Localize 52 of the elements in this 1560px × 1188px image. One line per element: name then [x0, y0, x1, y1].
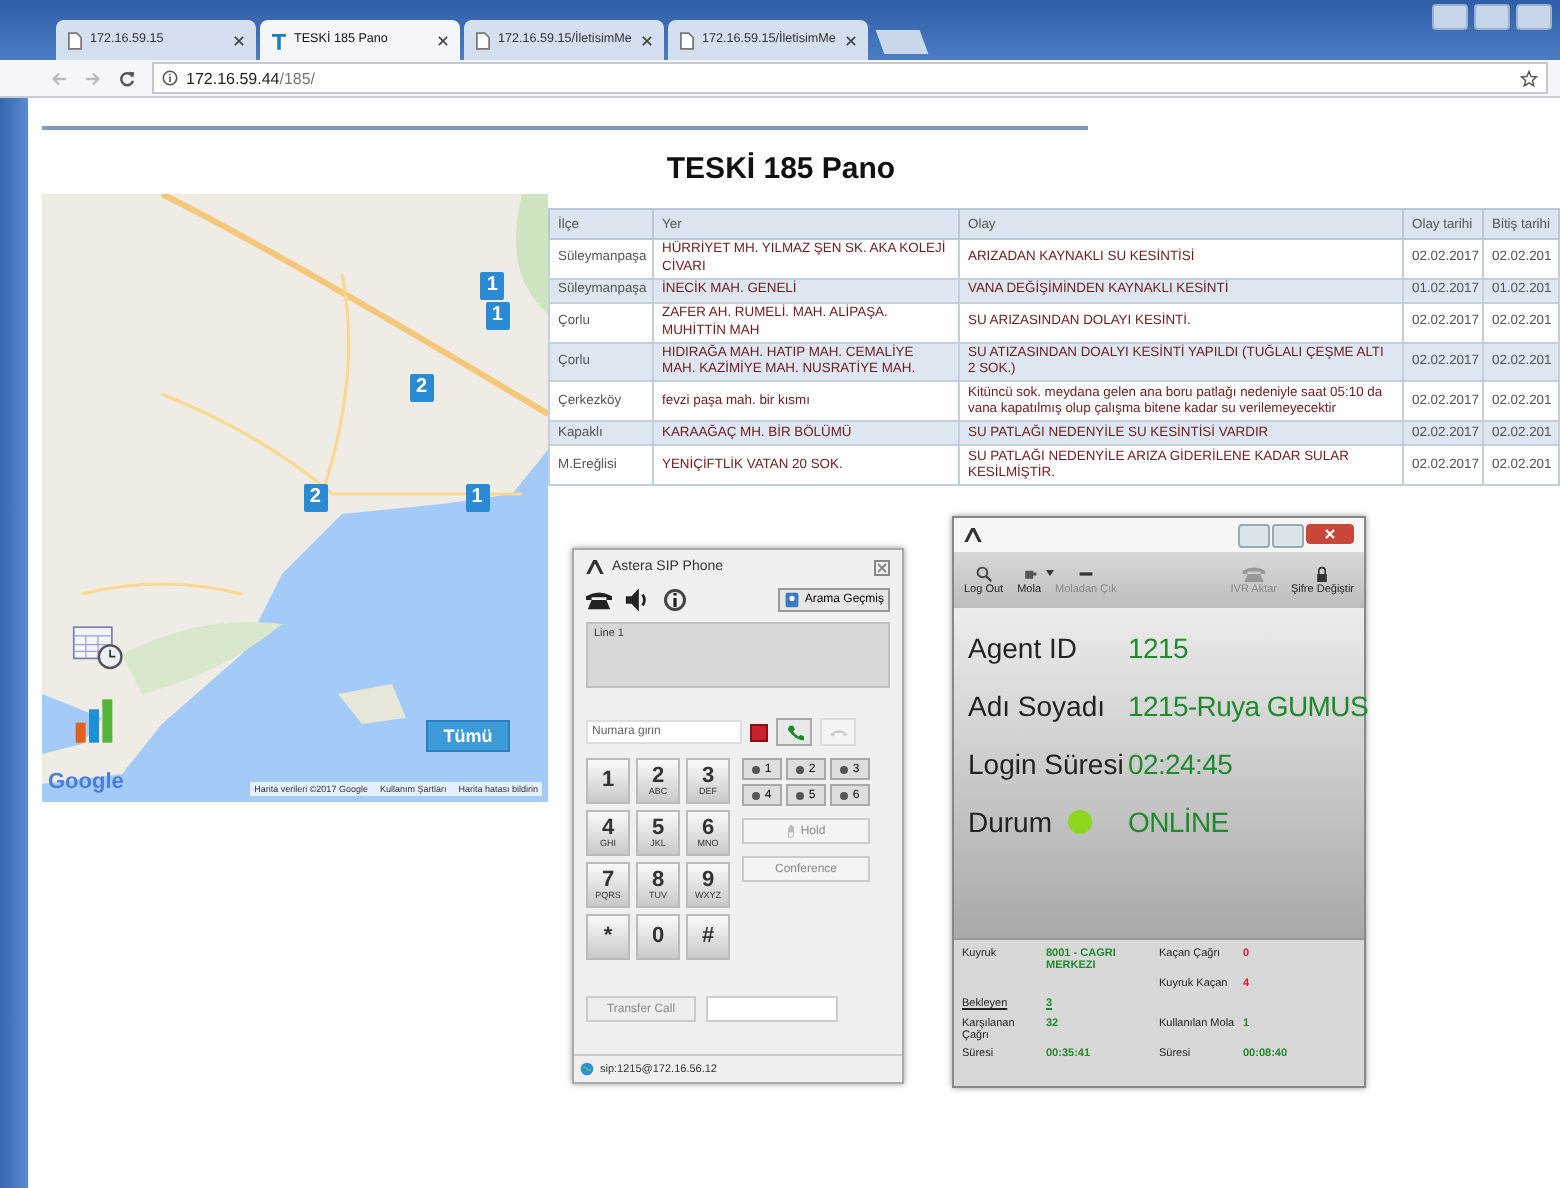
map-cluster-marker[interactable]: 1 [465, 484, 490, 512]
keypad-key[interactable]: * [586, 914, 630, 961]
speaker-icon[interactable] [624, 588, 650, 613]
keypad-key[interactable]: 1 [586, 758, 630, 805]
map-cluster-marker[interactable]: 1 [480, 271, 505, 300]
field-label: Agent ID [968, 632, 1079, 665]
telephone-icon[interactable] [586, 588, 612, 613]
transfer-input-field[interactable] [706, 996, 838, 1023]
status-value: ONLİNE [1128, 806, 1229, 839]
field-value: 1215-Ruya GUMUS [1128, 690, 1368, 723]
app-logo-icon [964, 528, 982, 543]
field-label: Login Süresi [968, 748, 1126, 781]
status-dot-icon [1068, 810, 1092, 835]
page-title: TESKİ 185 Pano [664, 152, 898, 186]
close-icon[interactable] [438, 35, 448, 45]
address-field[interactable]: 172.16.59.44/185/ [152, 62, 1548, 94]
new-tab-button[interactable] [875, 30, 929, 54]
search-icon [975, 565, 992, 582]
page-icon [476, 31, 490, 49]
reload-icon[interactable] [118, 69, 136, 87]
bar-chart-icon[interactable] [74, 698, 114, 744]
cup-icon [1021, 565, 1038, 582]
page-icon [680, 31, 694, 49]
keypad-key[interactable]: 0 [636, 914, 680, 961]
close-icon[interactable] [234, 35, 244, 45]
site-icon [272, 31, 286, 49]
info-icon[interactable] [662, 588, 688, 613]
field-value: 1215 [1128, 632, 1188, 665]
clear-button[interactable] [750, 723, 768, 742]
handset-icon [785, 723, 803, 742]
caret-icon[interactable] [1045, 570, 1053, 577]
map-cluster-marker[interactable]: 2 [409, 374, 434, 403]
map-logo: Google [48, 770, 124, 794]
contact-book-icon [784, 592, 801, 609]
close-icon[interactable] [846, 35, 856, 45]
close-icon[interactable] [1306, 523, 1354, 544]
page-icon [68, 31, 82, 49]
bookmark-star-icon[interactable] [1520, 69, 1538, 87]
field-label: Durum [968, 806, 1055, 839]
field-value: 02:24:45 [1128, 748, 1233, 781]
globe-icon [580, 1062, 594, 1077]
app-logo-icon [586, 560, 604, 575]
telephone-icon [1241, 565, 1266, 582]
lock-icon [1314, 565, 1331, 582]
field-label: Adı Soyadı [968, 690, 1107, 723]
keypad-key[interactable]: # [686, 914, 730, 961]
hand-icon [786, 824, 797, 839]
call-button[interactable] [776, 718, 812, 747]
calendar-clock-icon[interactable] [72, 624, 124, 672]
info-icon [162, 70, 178, 86]
map-cluster-marker[interactable]: 2 [303, 484, 328, 512]
close-icon[interactable] [642, 35, 652, 45]
